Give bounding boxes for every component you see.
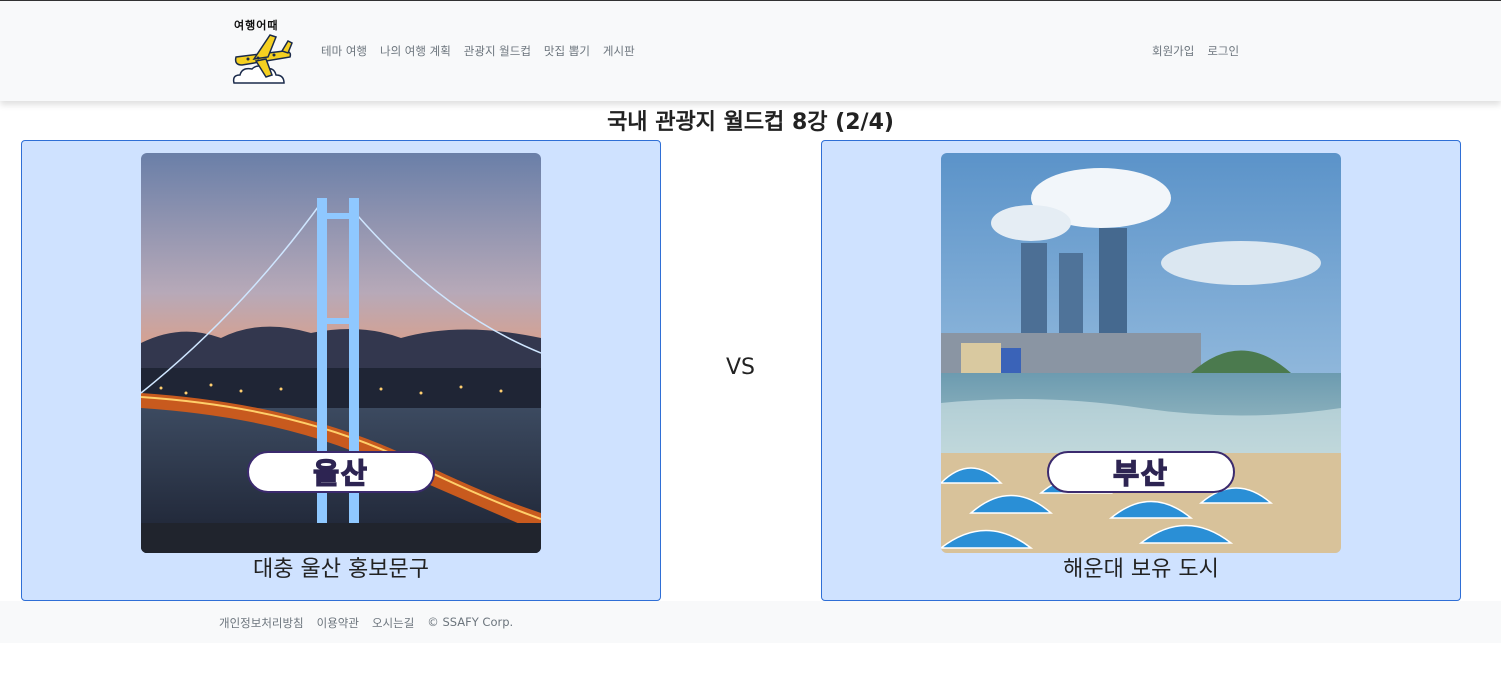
nav-worldcup[interactable]: 관광지 월드컵 <box>464 43 531 59</box>
candidate-card-right[interactable]: 부산 해운대 보유 도시 <box>821 140 1461 601</box>
main-nav: 테마 여행 나의 여행 계획 관광지 월드컵 맛집 뽑기 게시판 <box>321 43 635 59</box>
login-link[interactable]: 로그인 <box>1207 43 1239 59</box>
candidate-image-right: 부산 <box>941 153 1341 553</box>
candidate-image-left: 울산 <box>141 153 541 553</box>
airplane-icon <box>232 34 293 84</box>
site-logo[interactable]: 여행어때 <box>228 17 298 87</box>
nav-board[interactable]: 게시판 <box>603 43 635 59</box>
footer-directions-link[interactable]: 오시는길 <box>372 615 414 631</box>
footer-links: 개인정보처리방침 이용약관 오시는길 © SSAFY Corp. <box>219 615 513 631</box>
nav-my-travel-plan[interactable]: 나의 여행 계획 <box>380 43 451 59</box>
page-title: 국내 관광지 월드컵 8강 (2/4) <box>607 110 894 135</box>
footer-copyright: © SSAFY Corp. <box>427 615 514 629</box>
candidate-card-left[interactable]: 울산 대충 울산 홍보문구 <box>21 140 661 601</box>
auth-nav: 회원가입 로그인 <box>1152 43 1239 59</box>
footer-privacy-link[interactable]: 개인정보처리방침 <box>219 615 304 631</box>
city-badge-left: 울산 <box>247 451 435 493</box>
site-footer: 개인정보처리방침 이용약관 오시는길 © SSAFY Corp. <box>0 601 1501 643</box>
footer-terms-link[interactable]: 이용약관 <box>317 615 359 631</box>
vs-label: VS <box>726 355 756 380</box>
nav-restaurant-pick[interactable]: 맛집 뽑기 <box>544 43 590 59</box>
site-header: 여행어때 테마 여행 나의 여행 계획 관광지 월드컵 맛집 뽑기 게시판 회원… <box>0 1 1501 101</box>
candidate-caption-right: 해운대 보유 도시 <box>1063 557 1219 582</box>
city-badge-right: 부산 <box>1047 451 1235 493</box>
signup-link[interactable]: 회원가입 <box>1152 43 1194 59</box>
nav-theme-travel[interactable]: 테마 여행 <box>321 43 367 59</box>
candidate-caption-left: 대충 울산 홍보문구 <box>253 557 429 582</box>
